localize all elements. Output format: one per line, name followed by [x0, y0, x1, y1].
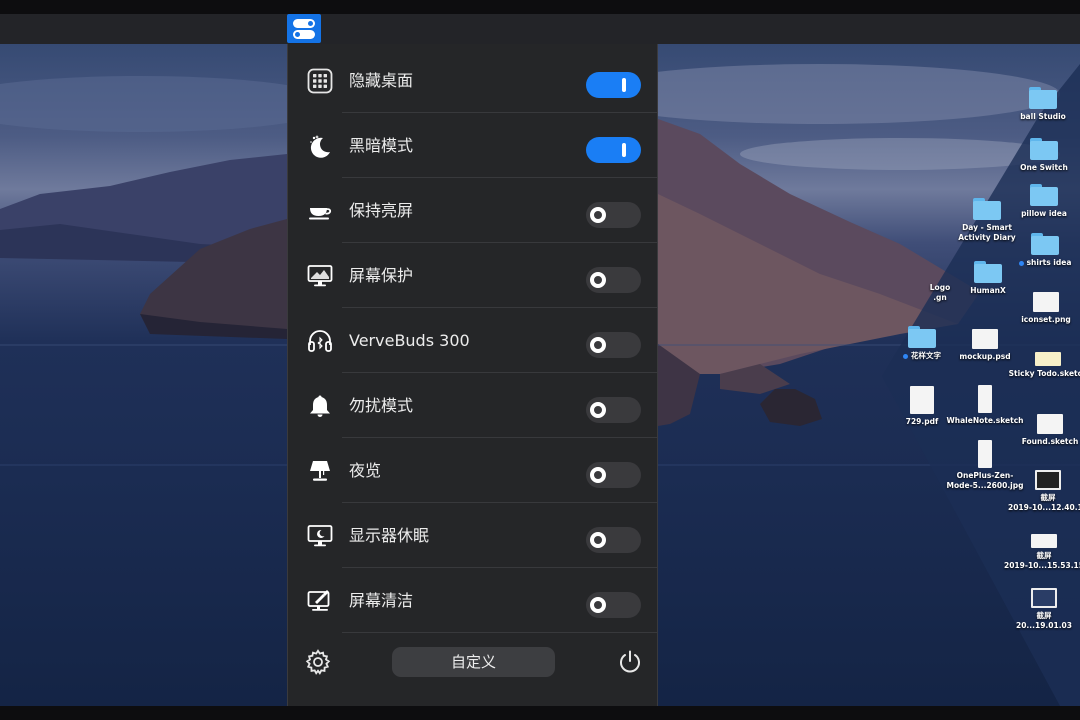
- toggle-row-night-shift[interactable]: 夜览: [288, 438, 657, 503]
- toggle-row-do-not-disturb[interactable]: 勿扰模式: [288, 373, 657, 438]
- bottom-strip: [0, 706, 1080, 720]
- desktop-file-item[interactable]: Sticky Todo.sketch: [1003, 352, 1080, 379]
- grid-icon: [307, 68, 333, 94]
- gear-icon[interactable]: [305, 649, 331, 675]
- desktop-folder-item[interactable]: ball Studio: [998, 87, 1080, 122]
- toggle-row-screen-clean[interactable]: 屏幕清洁: [288, 568, 657, 633]
- display-sleep-icon: [307, 523, 333, 549]
- row-label: 显示器休眠: [349, 526, 430, 545]
- toggle-row-hide-desktop[interactable]: 隐藏桌面: [288, 48, 657, 113]
- folder-icon: [1029, 87, 1057, 109]
- one-switch-menubar-icon[interactable]: [287, 14, 321, 43]
- toggle-row-screen-saver[interactable]: 屏幕保护: [288, 243, 657, 308]
- desktop-file-item[interactable]: 截屏 2019-10...12.40.14: [1003, 470, 1080, 513]
- row-label: 屏幕保护: [349, 266, 414, 285]
- lamp-icon: [307, 458, 333, 484]
- folder-icon: [973, 198, 1001, 220]
- row-label: 屏幕清洁: [349, 591, 414, 610]
- folder-icon: [1030, 138, 1058, 160]
- power-icon[interactable]: [617, 649, 643, 675]
- toggle-row-keep-awake[interactable]: 保持亮屏: [288, 178, 657, 243]
- screen-clean-icon: [307, 588, 333, 614]
- row-divider: [342, 632, 657, 633]
- toggle-row-display-sleep[interactable]: 显示器休眠: [288, 503, 657, 568]
- panel-footer: 自定义: [288, 636, 657, 706]
- display-sleep-toggle[interactable]: [586, 527, 641, 553]
- customize-button[interactable]: 自定义: [392, 647, 555, 677]
- bell-icon: [307, 393, 333, 419]
- folder-icon: [1031, 233, 1059, 255]
- hide-desktop-toggle[interactable]: [586, 72, 641, 98]
- image-file-icon: [1033, 292, 1059, 312]
- moon-icon: [307, 133, 333, 159]
- desktop-file-item[interactable]: iconset.png: [1001, 292, 1080, 325]
- sketch-file-icon: [1037, 414, 1063, 434]
- toggle-row-headphones[interactable]: VerveBuds 300: [288, 308, 657, 373]
- sketch-file-icon: [978, 385, 992, 413]
- do-not-disturb-toggle[interactable]: [586, 397, 641, 423]
- toggle-row-dark-mode[interactable]: 黑暗模式: [288, 113, 657, 178]
- pdf-file-icon: [910, 386, 934, 414]
- screenshot-file-icon: [1035, 470, 1061, 490]
- blue-tag-icon: [903, 353, 908, 359]
- desktop-file-item[interactable]: 截屏 20...19.01.03: [999, 588, 1080, 631]
- dark-mode-toggle[interactable]: [586, 137, 641, 163]
- image-file-icon: [978, 440, 992, 468]
- row-label: 勿扰模式: [349, 396, 414, 415]
- top-strip: [0, 0, 1080, 14]
- headphones-toggle[interactable]: [586, 332, 641, 358]
- desktop-file-item[interactable]: 截屏 2019-10...15.53.15: [999, 534, 1080, 571]
- folder-icon: [908, 326, 936, 348]
- screenshot-file-icon: [1031, 588, 1057, 608]
- desktop-folder-item[interactable]: One Switch: [999, 138, 1080, 173]
- folder-icon: [1030, 184, 1058, 206]
- headphones-icon: [307, 328, 333, 354]
- menu-bar: [0, 0, 1080, 44]
- desktop-file-item[interactable]: Logo .gn: [895, 280, 985, 303]
- row-label: 夜览: [349, 461, 382, 480]
- screen-clean-toggle[interactable]: [586, 592, 641, 618]
- coffee-cup-icon: [307, 198, 333, 224]
- screen-saver-toggle[interactable]: [586, 267, 641, 293]
- one-switch-panel: 隐藏桌面 黑暗模式 保持亮屏 屏幕保护 VerveBuds 300 勿扰模式 夜…: [287, 44, 658, 706]
- sketch-file-icon: [1035, 352, 1061, 366]
- row-label: VerveBuds 300: [349, 331, 470, 350]
- row-label: 隐藏桌面: [349, 71, 414, 90]
- row-label: 黑暗模式: [349, 136, 414, 155]
- night-shift-toggle[interactable]: [586, 462, 641, 488]
- psd-file-icon: [972, 329, 998, 349]
- row-label: 保持亮屏: [349, 201, 414, 220]
- monitor-screensaver-icon: [307, 263, 333, 289]
- screenshot-file-icon: [1031, 534, 1057, 548]
- keep-awake-toggle[interactable]: [586, 202, 641, 228]
